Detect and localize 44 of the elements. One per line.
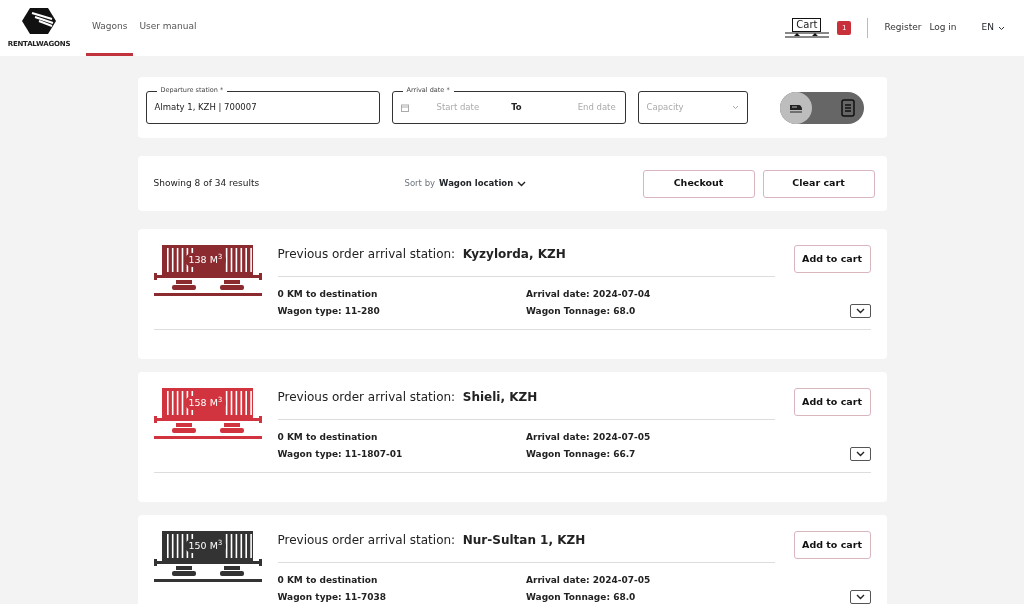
add-to-cart-button[interactable]: Add to cart bbox=[793, 388, 871, 416]
rail-icon bbox=[784, 32, 829, 38]
wagon-type-text: Wagon type: 11-1807-01 bbox=[277, 449, 403, 459]
calendar-icon bbox=[400, 103, 409, 112]
wagon-type-text: Wagon type: 11-280 bbox=[277, 306, 380, 316]
header-link[interactable]: Log in bbox=[929, 21, 957, 35]
add-to-cart-button[interactable]: Add to cart bbox=[793, 245, 871, 273]
checkout-button[interactable]: Checkout bbox=[642, 169, 755, 198]
logo-icon[interactable] bbox=[22, 6, 56, 35]
add-to-cart-button[interactable]: Add to cart bbox=[793, 531, 871, 559]
station-title: Previous order arrival station: Shieli, KZH bbox=[277, 389, 539, 406]
wagon-volume: 150 M$^{3}$ bbox=[184, 539, 227, 554]
nav-tab[interactable]: User manual bbox=[133, 0, 203, 56]
results-summary: Showing 8 of 34 results bbox=[153, 176, 261, 190]
distance-text: 0 KM to destination bbox=[277, 432, 378, 442]
expand-button[interactable] bbox=[849, 304, 871, 318]
tonnage-text: Wagon Tonnage: 66.7 bbox=[526, 449, 636, 459]
arrival-date-text: Arrival date: 2024-07-05 bbox=[526, 575, 651, 585]
station-title: Previous order arrival station: Nur-Sultan 1, KZH bbox=[277, 532, 587, 549]
chevron-icon bbox=[731, 105, 739, 110]
expand-button[interactable] bbox=[849, 447, 871, 461]
chevron-icon bbox=[855, 451, 865, 457]
expand-button[interactable] bbox=[849, 590, 871, 604]
cart-button[interactable]: Cart bbox=[784, 18, 829, 38]
chevron-icon bbox=[517, 180, 527, 187]
train-icon[interactable] bbox=[779, 91, 812, 124]
chevron-icon bbox=[998, 25, 1005, 31]
tonnage-text: Wagon Tonnage: 68.0 bbox=[526, 592, 636, 602]
header-link[interactable]: Register bbox=[884, 21, 922, 35]
language-selector[interactable]: EN bbox=[980, 20, 1006, 36]
nav-tab[interactable]: Wagons bbox=[86, 0, 134, 56]
arrival-date-text: Arrival date: 2024-07-05 bbox=[526, 432, 651, 442]
distance-text: 0 KM to destination bbox=[277, 575, 378, 585]
wagon-volume: 138 M$^{3}$ bbox=[184, 253, 227, 268]
wagon-type-text: Wagon type: 11-7038 bbox=[277, 592, 387, 602]
chevron-icon bbox=[855, 308, 865, 314]
clear-cart-button[interactable]: Clear cart bbox=[762, 169, 875, 198]
arrival-date-text: Arrival date: 2024-07-04 bbox=[526, 289, 651, 299]
wagon-volume: 158 M$^{3}$ bbox=[184, 396, 227, 411]
tonnage-text: Wagon Tonnage: 68.0 bbox=[526, 306, 636, 316]
chevron-icon bbox=[855, 594, 865, 600]
distance-text: 0 KM to destination bbox=[277, 289, 378, 299]
station-title: Previous order arrival station: Kyzylorda, KZH bbox=[277, 246, 567, 263]
sort-dropdown[interactable]: Sort by Wagon location bbox=[403, 176, 528, 191]
